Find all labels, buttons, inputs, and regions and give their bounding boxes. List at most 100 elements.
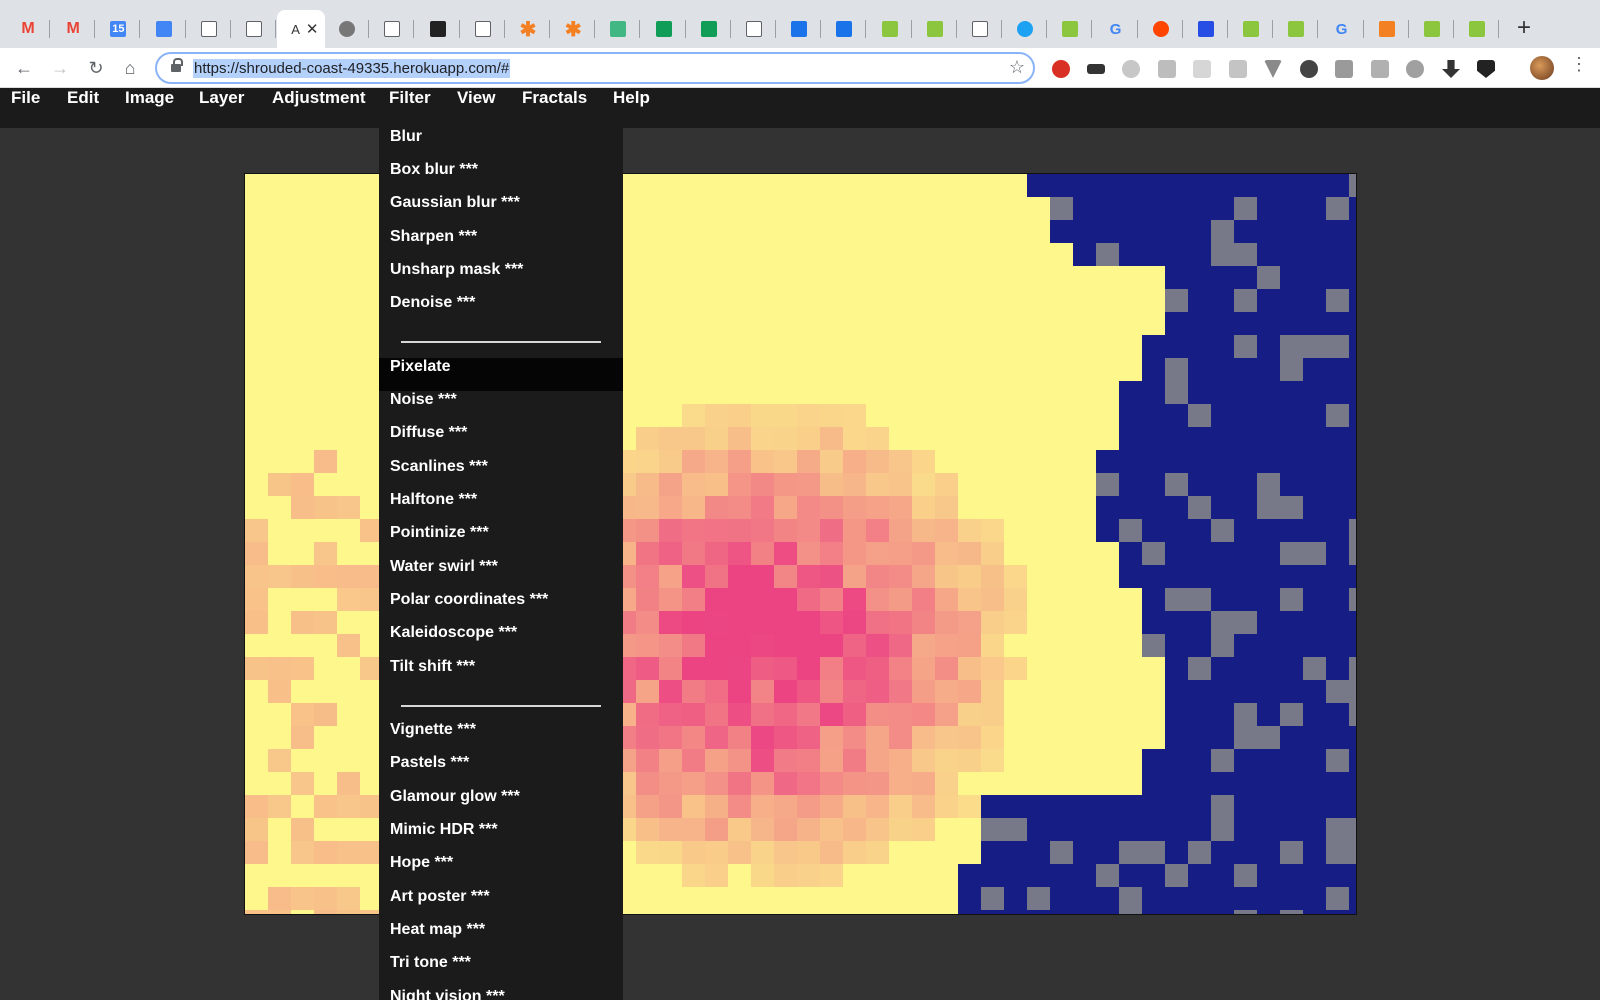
browser-tab[interactable]	[416, 10, 460, 48]
browser-tab[interactable]	[1410, 10, 1454, 48]
browser-tab[interactable]: 15	[96, 10, 141, 48]
browser-tab[interactable]: ✱	[506, 10, 550, 48]
filter-noise[interactable]: Noise ***	[379, 391, 623, 424]
browser-tab[interactable]	[687, 10, 731, 48]
browser-tab-active[interactable]: A ✕	[277, 10, 326, 48]
filter-heat-map[interactable]: Heat map ***	[379, 921, 623, 954]
browser-tab[interactable]	[732, 10, 776, 48]
browser-tab[interactable]: ✱	[551, 10, 596, 48]
browser-tab[interactable]	[1365, 10, 1409, 48]
browser-tab[interactable]	[325, 10, 370, 48]
menu-filter[interactable]: Filter	[389, 88, 431, 128]
address-bar[interactable]: https://shrouded-coast-49335.herokuapp.c…	[155, 52, 1035, 84]
browser-tab[interactable]	[777, 10, 822, 48]
extension-bulb-icon[interactable]	[1300, 60, 1318, 78]
forward-icon[interactable]: →	[48, 56, 72, 80]
browser-tab[interactable]	[868, 10, 912, 48]
menu-image[interactable]: Image	[125, 88, 174, 128]
close-tab-icon[interactable]: ✕	[306, 20, 319, 38]
filter-night-vision[interactable]: Night vision ***	[379, 988, 623, 1000]
browser-tab[interactable]	[1229, 10, 1274, 48]
extension-mask-icon[interactable]	[1087, 64, 1105, 74]
filter-vignette[interactable]: Vignette ***	[379, 721, 623, 754]
browser-tab[interactable]: G	[1094, 10, 1138, 48]
menu-help[interactable]: Help	[613, 88, 650, 128]
address-url[interactable]: https://shrouded-coast-49335.herokuapp.c…	[193, 58, 511, 78]
filter-kaleidoscope[interactable]: Kaleidoscope ***	[379, 624, 623, 657]
browser-tab[interactable]	[642, 10, 686, 48]
extension-shield-icon[interactable]	[1477, 60, 1495, 78]
filter-water-swirl[interactable]: Water swirl ***	[379, 558, 623, 591]
browser-tab[interactable]	[1048, 10, 1093, 48]
filter-glamour-glow[interactable]: Glamour glow ***	[379, 788, 623, 821]
bookmark-star-icon[interactable]: ☆	[1009, 57, 1025, 78]
pixel-block	[1096, 450, 1119, 473]
filter-unsharp-mask[interactable]: Unsharp mask ***	[379, 261, 623, 294]
pixel-block	[314, 565, 337, 588]
menu-adjustment[interactable]: Adjustment	[272, 88, 366, 128]
profile-avatar[interactable]	[1530, 56, 1554, 80]
browser-tab[interactable]	[142, 10, 186, 48]
browser-menu-icon[interactable]: ⋮	[1570, 54, 1588, 75]
back-icon[interactable]: ←	[12, 56, 36, 80]
browser-tab[interactable]: M	[51, 10, 96, 48]
menu-edit[interactable]: Edit	[67, 88, 99, 128]
pixel-block	[705, 864, 728, 887]
filter-art-poster[interactable]: Art poster ***	[379, 888, 623, 921]
filter-polar-coordinates[interactable]: Polar coordinates ***	[379, 591, 623, 624]
extension-box-icon[interactable]	[1229, 60, 1247, 78]
browser-tab[interactable]: M	[6, 10, 50, 48]
filter-scanlines[interactable]: Scanlines ***	[379, 458, 623, 491]
pixel-block	[1142, 841, 1165, 864]
browser-tab[interactable]	[1274, 10, 1319, 48]
browser-tab[interactable]	[370, 10, 415, 48]
pixel-block	[820, 450, 843, 473]
extension-fox-icon[interactable]	[1335, 60, 1353, 78]
browser-tab[interactable]	[1139, 10, 1183, 48]
filter-blur[interactable]: Blur	[379, 128, 623, 161]
extension-circle-icon[interactable]	[1122, 60, 1140, 78]
browser-tab[interactable]: G	[1320, 10, 1364, 48]
pixel-block	[1096, 818, 1119, 841]
filter-halftone[interactable]: Halftone ***	[379, 491, 623, 524]
menu-view[interactable]: View	[457, 88, 495, 128]
browser-tab[interactable]	[822, 10, 867, 48]
filter-pointinize[interactable]: Pointinize ***	[379, 524, 623, 557]
extension-vue-devtools-icon[interactable]	[1264, 60, 1282, 78]
new-tab-button[interactable]: +	[1517, 14, 1531, 42]
browser-tab[interactable]	[1184, 10, 1228, 48]
reload-icon[interactable]: ↻	[84, 56, 108, 80]
browser-tab[interactable]	[913, 10, 957, 48]
filter-tilt-shift[interactable]: Tilt shift ***	[379, 658, 623, 691]
browser-tab[interactable]	[461, 10, 505, 48]
menu-file[interactable]: File	[11, 88, 40, 128]
browser-tab[interactable]	[958, 10, 1002, 48]
browser-tab[interactable]	[232, 10, 276, 48]
filter-denoise[interactable]: Denoise ***	[379, 294, 623, 327]
browser-tab[interactable]	[1455, 10, 1500, 48]
tab-separator	[413, 20, 415, 38]
pixel-block	[1257, 197, 1280, 220]
extension-printer-icon[interactable]	[1371, 60, 1389, 78]
pixel-block	[912, 772, 935, 795]
browser-tab[interactable]	[596, 10, 641, 48]
filter-tri-tone[interactable]: Tri tone ***	[379, 954, 623, 987]
browser-tab[interactable]	[1003, 10, 1048, 48]
filter-hope[interactable]: Hope ***	[379, 854, 623, 887]
extension-es-icon[interactable]	[1158, 60, 1176, 78]
browser-tab[interactable]	[187, 10, 231, 48]
filter-pixelate[interactable]: Pixelate	[379, 358, 623, 391]
download-icon[interactable]	[1442, 60, 1460, 78]
filter-gaussian-blur[interactable]: Gaussian blur ***	[379, 194, 623, 227]
menu-layer[interactable]: Layer	[199, 88, 244, 128]
extension-grid-icon[interactable]	[1193, 60, 1211, 78]
extension-sphere-icon[interactable]	[1406, 60, 1424, 78]
menu-fractals[interactable]: Fractals	[522, 88, 587, 128]
home-icon[interactable]: ⌂	[118, 56, 142, 80]
filter-pastels[interactable]: Pastels ***	[379, 754, 623, 787]
filter-mimic-hdr[interactable]: Mimic HDR ***	[379, 821, 623, 854]
filter-box-blur[interactable]: Box blur ***	[379, 161, 623, 194]
filter-diffuse[interactable]: Diffuse ***	[379, 424, 623, 457]
extension-adblock-icon[interactable]	[1052, 60, 1070, 78]
filter-sharpen[interactable]: Sharpen ***	[379, 228, 623, 261]
